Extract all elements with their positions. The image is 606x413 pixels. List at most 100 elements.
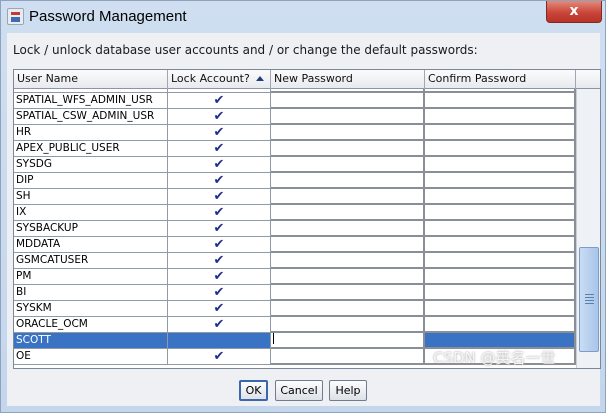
new-password-field[interactable] bbox=[271, 93, 425, 109]
confirm-password-field[interactable] bbox=[425, 253, 576, 269]
window-title: Password Management bbox=[29, 8, 187, 25]
grip-icon bbox=[585, 294, 594, 304]
table-row[interactable]: SYSBACKUP ✔ bbox=[14, 221, 576, 237]
user-name-cell[interactable]: HR bbox=[14, 125, 168, 141]
user-name-cell[interactable]: ORACLE_OCM bbox=[14, 317, 168, 333]
lock-account-checkbox[interactable]: ✔ bbox=[168, 189, 271, 205]
cancel-button[interactable]: Cancel bbox=[275, 380, 323, 401]
table-row[interactable]: APEX_PUBLIC_USER ✔ bbox=[14, 141, 576, 157]
user-name-cell[interactable]: SPATIAL_CSW_ADMIN_USR bbox=[14, 109, 168, 125]
table-row[interactable]: SYSDG ✔ bbox=[14, 157, 576, 173]
title-bar[interactable]: Password Management x bbox=[1, 1, 605, 33]
table-row[interactable]: BI ✔ bbox=[14, 285, 576, 301]
checkmark-icon: ✔ bbox=[213, 173, 225, 188]
lock-account-checkbox[interactable] bbox=[168, 333, 271, 349]
new-password-field[interactable] bbox=[271, 301, 425, 317]
new-password-field[interactable] bbox=[271, 333, 425, 349]
lock-account-checkbox[interactable]: ✔ bbox=[168, 205, 271, 221]
column-header-confirm-password[interactable]: Confirm Password bbox=[425, 70, 576, 89]
new-password-field[interactable] bbox=[271, 173, 425, 189]
new-password-field[interactable] bbox=[271, 157, 425, 173]
new-password-field[interactable] bbox=[271, 221, 425, 237]
user-name-cell[interactable]: SYSKM bbox=[14, 301, 168, 317]
checkmark-icon: ✔ bbox=[213, 157, 225, 172]
help-button[interactable]: Help bbox=[329, 380, 367, 401]
new-password-field[interactable] bbox=[271, 269, 425, 285]
confirm-password-field[interactable] bbox=[425, 109, 576, 125]
confirm-password-field[interactable] bbox=[425, 173, 576, 189]
watermark: CSDN @英名一世 bbox=[433, 349, 556, 367]
table-row[interactable]: DIP ✔ bbox=[14, 173, 576, 189]
user-name-cell[interactable]: IX bbox=[14, 205, 168, 221]
user-name-cell[interactable]: SYSDG bbox=[14, 157, 168, 173]
vertical-scrollbar[interactable] bbox=[576, 89, 600, 368]
new-password-field[interactable] bbox=[271, 205, 425, 221]
table-row[interactable]: GSMCATUSER ✔ bbox=[14, 253, 576, 269]
table-row[interactable]: SYSKM ✔ bbox=[14, 301, 576, 317]
lock-account-checkbox[interactable]: ✔ bbox=[168, 221, 271, 237]
column-header-lock-account[interactable]: Lock Account? bbox=[168, 70, 271, 89]
user-name-cell[interactable]: APEX_PUBLIC_USER bbox=[14, 141, 168, 157]
checkmark-icon: ✔ bbox=[213, 301, 225, 316]
user-name-cell[interactable]: SYSBACKUP bbox=[14, 221, 168, 237]
new-password-field[interactable] bbox=[271, 253, 425, 269]
scrollbar-thumb[interactable] bbox=[579, 247, 599, 352]
confirm-password-field[interactable] bbox=[425, 205, 576, 221]
confirm-password-field[interactable] bbox=[425, 317, 576, 333]
user-name-cell[interactable]: GSMCATUSER bbox=[14, 253, 168, 269]
confirm-password-field[interactable] bbox=[425, 189, 576, 205]
user-name-cell[interactable]: MDDATA bbox=[14, 237, 168, 253]
confirm-password-field[interactable] bbox=[425, 269, 576, 285]
confirm-password-field[interactable] bbox=[425, 237, 576, 253]
confirm-password-field[interactable] bbox=[425, 221, 576, 237]
user-name-cell[interactable]: BI bbox=[14, 285, 168, 301]
confirm-password-field[interactable] bbox=[425, 125, 576, 141]
table-row[interactable]: PM ✔ bbox=[14, 269, 576, 285]
column-header-new-password[interactable]: New Password bbox=[271, 70, 425, 89]
confirm-password-field[interactable] bbox=[425, 157, 576, 173]
table-row[interactable]: IX ✔ bbox=[14, 205, 576, 221]
new-password-field[interactable] bbox=[271, 189, 425, 205]
user-name-cell[interactable]: SH bbox=[14, 189, 168, 205]
user-name-cell[interactable]: SPATIAL_WFS_ADMIN_USR bbox=[14, 93, 168, 109]
lock-account-checkbox[interactable]: ✔ bbox=[168, 109, 271, 125]
confirm-password-field[interactable] bbox=[425, 141, 576, 157]
table-row[interactable]: SPATIAL_WFS_ADMIN_USR ✔ bbox=[14, 93, 576, 109]
column-header-user-name[interactable]: User Name bbox=[14, 70, 168, 89]
lock-account-checkbox[interactable]: ✔ bbox=[168, 253, 271, 269]
new-password-field[interactable] bbox=[271, 349, 425, 365]
new-password-field[interactable] bbox=[271, 317, 425, 333]
lock-account-checkbox[interactable]: ✔ bbox=[168, 269, 271, 285]
new-password-field[interactable] bbox=[271, 237, 425, 253]
lock-account-checkbox[interactable]: ✔ bbox=[168, 125, 271, 141]
table-row[interactable]: ORACLE_OCM ✔ bbox=[14, 317, 576, 333]
table-row[interactable]: SPATIAL_CSW_ADMIN_USR ✔ bbox=[14, 109, 576, 125]
new-password-field[interactable] bbox=[271, 141, 425, 157]
lock-account-checkbox[interactable]: ✔ bbox=[168, 141, 271, 157]
lock-account-checkbox[interactable]: ✔ bbox=[168, 301, 271, 317]
new-password-field[interactable] bbox=[271, 285, 425, 301]
ok-button[interactable]: OK bbox=[239, 380, 268, 401]
table-row[interactable]: MDDATA ✔ bbox=[14, 237, 576, 253]
new-password-field[interactable] bbox=[271, 125, 425, 141]
user-name-cell[interactable]: DIP bbox=[14, 173, 168, 189]
confirm-password-field[interactable] bbox=[425, 93, 576, 109]
table-row[interactable]: HR ✔ bbox=[14, 125, 576, 141]
close-button[interactable]: x bbox=[546, 1, 602, 23]
table-header: User Name Lock Account? New Password Con… bbox=[14, 70, 576, 89]
table-row[interactable]: SH ✔ bbox=[14, 189, 576, 205]
user-name-cell[interactable]: PM bbox=[14, 269, 168, 285]
lock-account-checkbox[interactable]: ✔ bbox=[168, 285, 271, 301]
confirm-password-field[interactable] bbox=[425, 285, 576, 301]
confirm-password-field[interactable] bbox=[425, 301, 576, 317]
lock-account-checkbox[interactable]: ✔ bbox=[168, 93, 271, 109]
lock-account-checkbox[interactable]: ✔ bbox=[168, 349, 271, 365]
lock-account-checkbox[interactable]: ✔ bbox=[168, 157, 271, 173]
checkmark-icon: ✔ bbox=[214, 89, 225, 92]
lock-account-checkbox[interactable]: ✔ bbox=[168, 237, 271, 253]
user-name-cell[interactable]: SCOTT bbox=[14, 333, 168, 349]
user-name-cell[interactable]: OE bbox=[14, 349, 168, 365]
lock-account-checkbox[interactable]: ✔ bbox=[168, 317, 271, 333]
new-password-field[interactable] bbox=[271, 109, 425, 125]
lock-account-checkbox[interactable]: ✔ bbox=[168, 173, 271, 189]
